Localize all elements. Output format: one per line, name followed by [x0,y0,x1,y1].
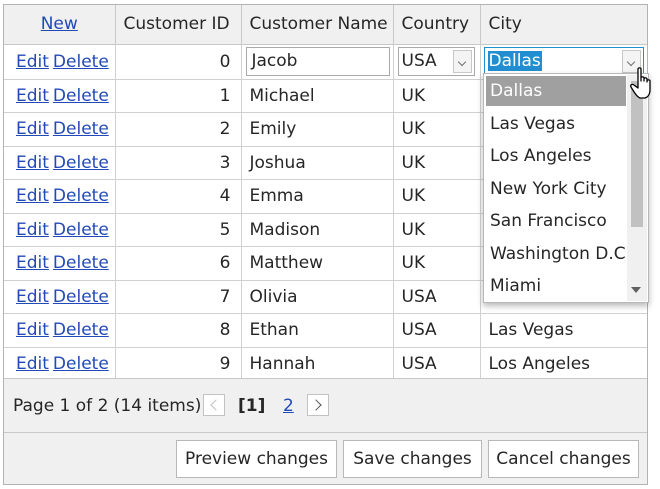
delete-link[interactable]: Delete [53,153,109,173]
country-cell: USA [392,279,481,314]
delete-link[interactable]: Delete [53,253,109,273]
dropdown-option[interactable]: San Francisco [486,206,626,236]
pager: Page 1 of 2 (14 items) [1] 2 [4,378,647,433]
country-cell: UK [392,212,481,247]
edit-link[interactable]: Edit [16,320,49,340]
country-cell: UK [392,78,481,113]
save-changes-button[interactable]: Save changes [343,440,482,478]
chevron-down-icon[interactable] [452,50,472,73]
pager-summary: Page 1 of 2 (14 items) [13,396,202,416]
customer-id-cell: 8 [114,313,242,348]
country-combobox-value: USA [401,51,437,71]
customer-id-cell: 9 [114,346,242,381]
header-row: New Customer ID Customer Name Country Ci… [4,5,647,45]
edit-link[interactable]: Edit [16,220,49,240]
pager-current-page: [1] [238,396,266,416]
customer-id-cell: 4 [114,179,242,214]
chevron-left-icon[interactable] [203,394,225,416]
customer-name-cell: Jacob [240,43,394,80]
cancel-changes-button[interactable]: Cancel changes [488,440,639,478]
customer-id-cell: 3 [114,145,242,180]
city-cell: Las Vegas [479,313,647,348]
command-cell: Edit Delete [4,212,116,247]
command-cell: Edit Delete [4,145,116,180]
dropdown-option[interactable]: New York City [486,174,626,204]
scroll-down-icon[interactable] [631,287,641,293]
customer-name-input[interactable]: Jacob [245,47,390,76]
customer-name-cell: Emily [240,112,394,147]
customer-name-cell: Hannah [240,346,394,381]
header-command: New [4,5,116,45]
command-cell: Edit Delete [4,179,116,214]
delete-link[interactable]: Delete [53,86,109,106]
edit-link[interactable]: Edit [16,119,49,139]
delete-link[interactable]: Delete [53,320,109,340]
delete-link[interactable]: Delete [53,119,109,139]
command-cell: Edit Delete [4,346,116,381]
delete-link[interactable]: Delete [53,287,109,307]
customer-id-cell: 6 [114,246,242,281]
command-cell: Edit Delete [4,279,116,314]
edit-link[interactable]: Edit [16,86,49,106]
customer-id-cell: 2 [114,112,242,147]
city-combobox-value[interactable]: Dallas [487,51,542,71]
customer-id-cell: 0 [114,43,242,80]
dropdown-option[interactable]: Dallas [486,76,626,106]
customer-name-cell: Madison [240,212,394,247]
dropdown-option[interactable]: Las Vegas [486,109,626,139]
country-cell: USA [392,43,481,80]
customer-id-cell: 5 [114,212,242,247]
customer-name-cell: Michael [240,78,394,113]
hand-cursor-icon [630,67,651,99]
dropdown-option[interactable]: Washington D.C. [486,239,631,269]
edit-link[interactable]: Edit [16,186,49,206]
edit-link[interactable]: Edit [16,354,49,374]
customer-name-cell: Ethan [240,313,394,348]
customer-name-cell: Olivia [240,279,394,314]
city-dropdown-list: Dallas Las Vegas Los Angeles New York City S… [483,73,649,303]
new-link[interactable]: New [41,14,78,34]
delete-link[interactable]: Delete [53,52,109,72]
country-cell: UK [392,145,481,180]
edit-link[interactable]: Edit [16,153,49,173]
preview-changes-button[interactable]: Preview changes [176,440,337,478]
command-cell: Edit Delete [4,112,116,147]
customer-name-cell: Matthew [240,246,394,281]
status-bar: Preview changes Save changes Cancel chan… [4,433,647,484]
command-cell: Edit Delete [4,246,116,281]
edit-link[interactable]: Edit [16,253,49,273]
command-cell: Edit Delete [4,43,116,80]
pager-page-2-link[interactable]: 2 [283,396,294,416]
customer-name-cell: Emma [240,179,394,214]
country-cell: UK [392,112,481,147]
country-cell: USA [392,313,481,348]
country-cell: USA [392,346,481,381]
scrollbar-thumb[interactable] [631,81,643,227]
dropdown-option[interactable]: Miami [486,271,626,301]
customer-id-cell: 7 [114,279,242,314]
dropdown-option[interactable]: Los Angeles [486,141,626,171]
city-cell: Los Angeles [479,346,647,381]
command-cell: Edit Delete [4,313,116,348]
table-row: Edit Delete 8 Ethan USA Las Vegas [4,313,647,348]
edit-link[interactable]: Edit [16,52,49,72]
country-cell: UK [392,179,481,214]
delete-link[interactable]: Delete [53,354,109,374]
header-customer-name[interactable]: Customer Name [240,5,394,45]
country-cell: UK [392,246,481,281]
country-combobox[interactable]: USA [397,47,475,76]
delete-link[interactable]: Delete [53,186,109,206]
chevron-right-icon[interactable] [307,394,329,416]
edit-link[interactable]: Edit [16,287,49,307]
dropdown-scrollbar[interactable] [627,75,647,301]
header-country[interactable]: Country [392,5,481,45]
header-customer-id[interactable]: Customer ID [114,5,242,45]
customer-name-cell: Joshua [240,145,394,180]
header-city[interactable]: City [479,5,647,45]
delete-link[interactable]: Delete [53,220,109,240]
command-cell: Edit Delete [4,78,116,113]
customer-id-cell: 1 [114,78,242,113]
city-combobox[interactable]: Dallas [483,47,644,76]
table-row: Edit Delete 9 Hannah USA Los Angeles [4,346,647,381]
